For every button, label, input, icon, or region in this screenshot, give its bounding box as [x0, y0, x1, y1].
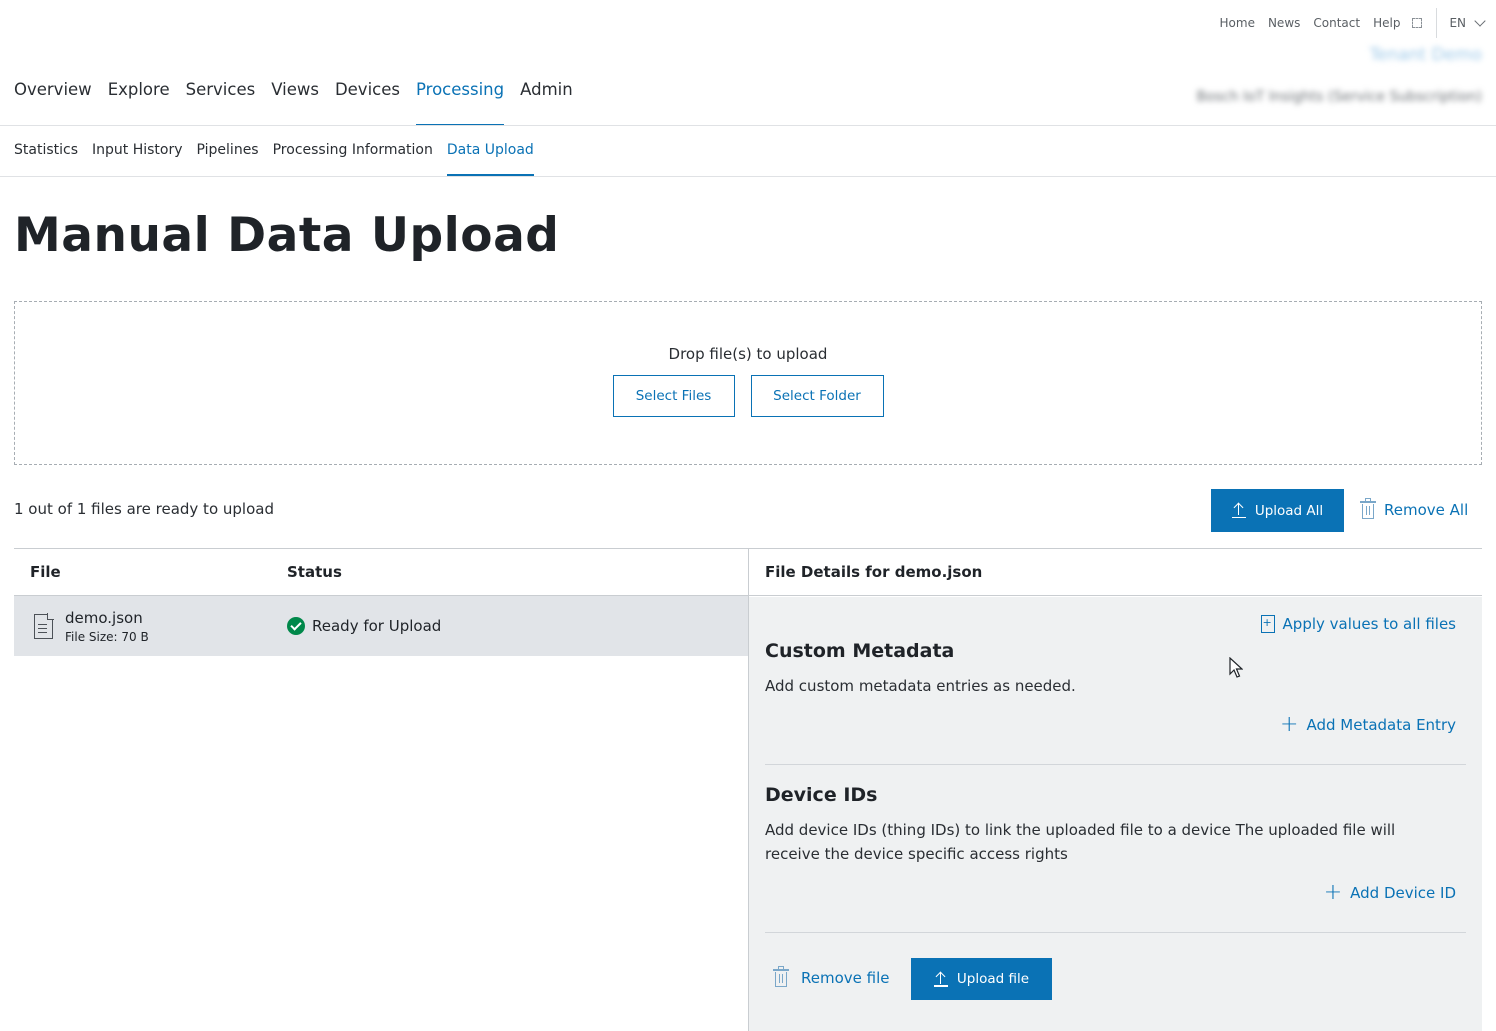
utility-link-contact[interactable]: Contact — [1313, 16, 1360, 30]
utility-separator — [1436, 8, 1438, 38]
nav-item-views[interactable]: Views — [271, 80, 319, 126]
drop-zone-text: Drop file(s) to upload — [668, 345, 828, 363]
file-cell: demo.json File Size: 70 B — [14, 609, 287, 644]
utility-link-news[interactable]: News — [1268, 16, 1300, 30]
ready-count-text: 1 out of 1 files are ready to upload — [14, 500, 274, 518]
utility-link-home[interactable]: Home — [1220, 16, 1255, 30]
remove-all-button[interactable]: Remove All — [1360, 498, 1469, 519]
remove-all-label: Remove All — [1384, 500, 1469, 519]
tenant-name[interactable]: Tenant Demo — [1369, 45, 1482, 65]
add-device-id-button[interactable]: + Add Device ID — [1323, 880, 1456, 905]
nav-item-admin[interactable]: Admin — [520, 80, 573, 126]
nav-item-processing[interactable]: Processing — [415, 80, 505, 126]
plus-icon: + — [1323, 880, 1343, 905]
page-title: Manual Data Upload — [14, 208, 560, 263]
upload-file-label: Upload file — [956, 971, 1030, 987]
language-selector[interactable]: EN — [1449, 15, 1486, 30]
upload-file-button[interactable]: Upload file — [911, 958, 1052, 1000]
trash-icon — [1360, 498, 1376, 519]
sub-nav: Statistics Input History Pipelines Proce… — [14, 142, 548, 176]
file-table: File Status demo.json File Size: 70 B Re… — [14, 549, 748, 656]
tab-input-history[interactable]: Input History — [92, 142, 183, 176]
file-plus-icon — [1260, 615, 1275, 633]
tab-data-upload[interactable]: Data Upload — [446, 142, 534, 176]
drop-zone[interactable]: Drop file(s) to upload Select Files Sele… — [14, 301, 1482, 465]
plus-icon: + — [1280, 712, 1299, 737]
sub-nav-divider — [0, 176, 1496, 177]
language-label: EN — [1449, 16, 1466, 30]
file-details-body: Apply values to all files Custom Metadat… — [749, 597, 1482, 1031]
upload-all-button[interactable]: Upload All — [1211, 489, 1344, 532]
custom-metadata-title: Custom Metadata — [765, 640, 955, 662]
remove-file-button[interactable]: Remove file — [773, 966, 890, 987]
column-header-status: Status — [287, 563, 342, 581]
table-header: File Status — [14, 549, 748, 596]
remove-file-label: Remove file — [801, 968, 890, 987]
trash-icon — [773, 966, 789, 987]
status-cell: Ready for Upload — [287, 617, 441, 635]
drop-zone-buttons: Select Files Select Folder — [15, 375, 1481, 417]
file-info: demo.json File Size: 70 B — [65, 609, 149, 644]
add-device-id-label: Add Device ID — [1350, 884, 1456, 902]
upload-all-label: Upload All — [1254, 502, 1324, 519]
table-row[interactable]: demo.json File Size: 70 B Ready for Uplo… — [14, 596, 748, 656]
add-metadata-entry-button[interactable]: + Add Metadata Entry — [1280, 712, 1456, 737]
upload-icon — [1231, 503, 1246, 518]
add-metadata-label: Add Metadata Entry — [1306, 716, 1456, 734]
nav-item-services[interactable]: Services — [186, 80, 256, 126]
nav-item-devices[interactable]: Devices — [335, 80, 400, 126]
subscription-name[interactable]: Bosch IoT Insights (Service Subscription… — [1197, 89, 1482, 105]
tab-statistics[interactable]: Statistics — [14, 142, 78, 176]
apply-values-label: Apply values to all files — [1282, 615, 1456, 633]
status-text: Ready for Upload — [312, 617, 442, 635]
tab-pipelines[interactable]: Pipelines — [197, 142, 259, 176]
section-divider — [765, 764, 1466, 765]
nav-item-overview[interactable]: Overview — [14, 80, 92, 126]
document-icon — [34, 613, 54, 639]
select-files-button[interactable]: Select Files — [612, 375, 735, 417]
nav-divider — [0, 125, 1496, 126]
check-circle-icon — [287, 617, 305, 635]
fullscreen-icon[interactable] — [1412, 18, 1423, 28]
column-header-file: File — [30, 563, 61, 581]
device-ids-description: Add device IDs (thing IDs) to link the u… — [765, 821, 1396, 863]
upload-icon — [933, 972, 948, 987]
utility-link-help[interactable]: Help — [1373, 16, 1400, 30]
main-nav: Overview Explore Services Views Devices … — [14, 80, 589, 126]
chevron-down-icon — [1474, 15, 1486, 27]
apply-values-all-button[interactable]: Apply values to all files — [1260, 615, 1456, 633]
file-size: File Size: 70 B — [65, 629, 149, 644]
device-ids-title: Device IDs — [765, 784, 878, 806]
nav-item-explore[interactable]: Explore — [108, 80, 170, 126]
section-divider — [765, 932, 1466, 933]
select-folder-button[interactable]: Select Folder — [750, 375, 884, 417]
file-details-panel: File Details for demo.json Apply values … — [748, 549, 1482, 1031]
tab-processing-information[interactable]: Processing Information — [273, 142, 433, 176]
file-name: demo.json — [65, 608, 143, 627]
file-details-title: File Details for demo.json — [749, 549, 1482, 596]
utility-bar: Home News Contact Help EN — [1220, 8, 1486, 38]
custom-metadata-description: Add custom metadata entries as needed. — [765, 677, 1076, 695]
